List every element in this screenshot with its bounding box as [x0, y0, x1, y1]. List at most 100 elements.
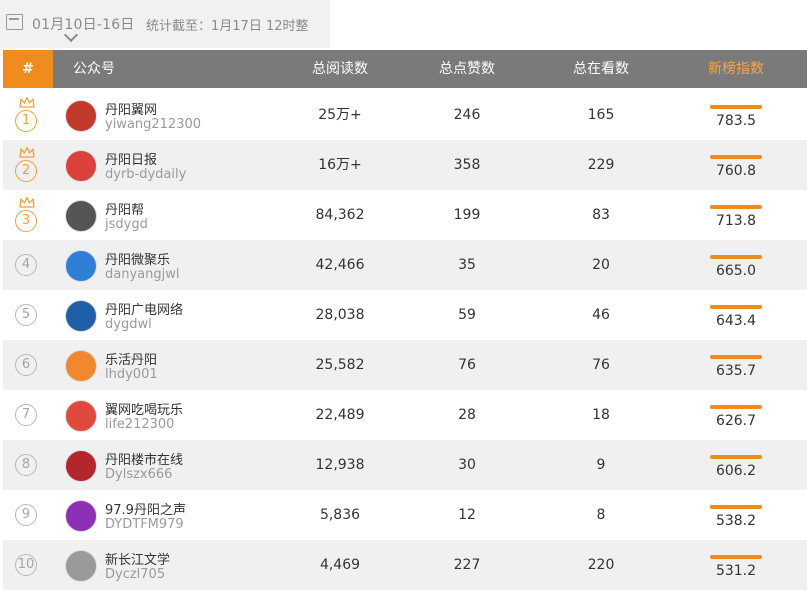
index-bar	[710, 255, 762, 259]
rank-badge: 6	[15, 354, 37, 376]
header-looking[interactable]: 总在看数	[536, 50, 666, 88]
account-name[interactable]: 丹阳翼网	[105, 99, 157, 118]
account-name[interactable]: 丹阳帮	[105, 199, 144, 218]
likes-cell: 12	[458, 507, 476, 523]
avatar[interactable]	[65, 150, 97, 182]
header-reads[interactable]: 总阅读数	[275, 50, 405, 88]
reads-cell: 28,038	[315, 307, 365, 323]
looking-cell: 229	[587, 157, 615, 173]
stat-time-label: 统计截至：1月17日 12时整	[146, 19, 309, 34]
calendar-icon[interactable]	[6, 14, 23, 30]
index-value: 643.4	[715, 313, 757, 329]
index-bar	[710, 305, 762, 309]
looking-cell: 20	[592, 257, 610, 273]
rank-badge: 5	[15, 304, 37, 326]
account-name[interactable]: 翼网吃喝玩乐	[105, 399, 183, 418]
index-bar	[710, 405, 762, 409]
looking-cell: 165	[587, 107, 615, 123]
likes-cell: 35	[458, 257, 476, 273]
reads-cell: 5,836	[319, 507, 361, 523]
crown-icon	[19, 146, 35, 158]
index-value: 538.2	[715, 513, 757, 529]
avatar[interactable]	[65, 500, 97, 532]
header-likes[interactable]: 总点赞数	[402, 50, 532, 88]
reads-cell: 16万+	[318, 157, 362, 173]
index-value: 635.7	[715, 363, 757, 379]
table-row[interactable]: 7 翼网吃喝玩乐 life212300 22,489 28 18 626.7	[3, 390, 807, 440]
reads-cell: 4,469	[319, 557, 361, 573]
likes-cell: 76	[458, 357, 476, 373]
header-account: 公众号	[73, 61, 115, 77]
account-id: DYDTFM979	[105, 517, 184, 532]
table-row[interactable]: 3 丹阳帮 jsdygd 84,362 199 83 713.8	[3, 190, 807, 240]
crown-icon	[19, 96, 35, 108]
index-value: 531.2	[715, 563, 757, 579]
likes-cell: 246	[453, 107, 481, 123]
table-header: # 公众号 总阅读数 总点赞数 总在看数 新榜指数	[3, 50, 807, 88]
index-value: 606.2	[715, 463, 757, 479]
account-id: danyangjwl	[105, 267, 180, 282]
index-bar	[710, 205, 762, 209]
looking-cell: 9	[596, 457, 606, 473]
rank-badge: 7	[15, 404, 37, 426]
avatar[interactable]	[65, 550, 97, 582]
table-row[interactable]: 2 丹阳日报 dyrb-dydaily 16万+ 358 229 760.8	[3, 140, 807, 190]
account-id: dyrb-dydaily	[105, 167, 187, 182]
avatar[interactable]	[65, 200, 97, 232]
avatar[interactable]	[65, 450, 97, 482]
avatar[interactable]	[65, 250, 97, 282]
likes-cell: 227	[453, 557, 481, 573]
index-bar	[710, 555, 762, 559]
index-value: 760.8	[715, 163, 757, 179]
account-name[interactable]: 新长江文学	[105, 549, 170, 568]
index-bar	[710, 105, 762, 109]
account-name[interactable]: 丹阳广电网络	[105, 299, 183, 318]
date-range-selector[interactable]: 01月10日-16日	[32, 14, 135, 34]
rank-badge: 2	[15, 160, 37, 182]
avatar[interactable]	[65, 400, 97, 432]
likes-cell: 358	[453, 157, 481, 173]
table-row[interactable]: 5 丹阳广电网络 dygdwl 28,038 59 46 643.4	[3, 290, 807, 340]
avatar[interactable]	[65, 300, 97, 332]
account-id: jsdygd	[105, 217, 148, 232]
avatar[interactable]	[65, 100, 97, 132]
header-index[interactable]: 新榜指数	[671, 50, 801, 88]
reads-cell: 25,582	[315, 357, 365, 373]
index-value: 626.7	[715, 413, 757, 429]
rank-badge: 9	[15, 504, 37, 526]
avatar[interactable]	[65, 350, 97, 382]
account-id: life212300	[105, 417, 175, 432]
reads-cell: 25万+	[318, 107, 362, 123]
date-filter-bar: 01月10日-16日 统计截至：1月17日 12时整	[0, 0, 330, 48]
table-row[interactable]: 9 97.9丹阳之声 DYDTFM979 5,836 12 8 538.2	[3, 490, 807, 540]
index-value: 783.5	[715, 113, 757, 129]
looking-cell: 83	[592, 207, 610, 223]
likes-cell: 59	[458, 307, 476, 323]
reads-cell: 84,362	[315, 207, 365, 223]
index-bar	[710, 455, 762, 459]
reads-cell: 22,489	[315, 407, 365, 423]
account-name[interactable]: 丹阳楼市在线	[105, 449, 183, 468]
account-name[interactable]: 97.9丹阳之声	[105, 499, 186, 518]
table-row[interactable]: 6 乐活丹阳 lhdy001 25,582 76 76 635.7	[3, 340, 807, 390]
likes-cell: 28	[458, 407, 476, 423]
account-name[interactable]: 丹阳微聚乐	[105, 249, 170, 268]
rank-badge: 1	[15, 110, 37, 132]
looking-cell: 76	[592, 357, 610, 373]
index-bar	[710, 155, 762, 159]
looking-cell: 46	[592, 307, 610, 323]
table-row[interactable]: 10 新长江文学 Dyczl705 4,469 227 220 531.2	[3, 540, 807, 590]
account-id: Dyczl705	[105, 567, 166, 582]
index-value: 665.0	[715, 263, 757, 279]
table-row[interactable]: 1 丹阳翼网 yiwang212300 25万+ 246 165 783.5	[3, 90, 807, 140]
likes-cell: 30	[458, 457, 476, 473]
looking-cell: 8	[596, 507, 606, 523]
account-id: dygdwl	[105, 317, 152, 332]
index-bar	[710, 355, 762, 359]
account-name[interactable]: 乐活丹阳	[105, 349, 157, 368]
header-rank: #	[3, 50, 53, 88]
table-row[interactable]: 8 丹阳楼市在线 Dylszx666 12,938 30 9 606.2	[3, 440, 807, 490]
table-row[interactable]: 4 丹阳微聚乐 danyangjwl 42,466 35 20 665.0	[3, 240, 807, 290]
account-name[interactable]: 丹阳日报	[105, 149, 157, 168]
account-id: lhdy001	[105, 367, 158, 382]
